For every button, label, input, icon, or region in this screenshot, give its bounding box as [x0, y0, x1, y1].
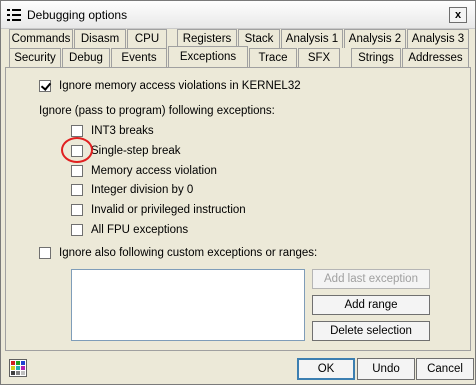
- tab-security[interactable]: Security: [9, 48, 61, 67]
- tab-trace[interactable]: Trace: [249, 48, 297, 67]
- undo-button[interactable]: Undo: [357, 358, 415, 380]
- color-grid-icon[interactable]: [9, 359, 27, 377]
- custom-exceptions-checkbox[interactable]: [39, 247, 51, 259]
- memory-access-label: Memory access violation: [91, 165, 217, 177]
- tab-analysis-3[interactable]: Analysis 3: [407, 29, 469, 48]
- tab-analysis-1[interactable]: Analysis 1: [281, 29, 343, 48]
- delete-selection-button[interactable]: Delete selection: [312, 321, 430, 341]
- invalid-instruction-label: Invalid or privileged instruction: [91, 204, 246, 216]
- custom-exceptions-label: Ignore also following custom exceptions …: [59, 247, 318, 259]
- tab-strings[interactable]: Strings: [351, 48, 401, 67]
- invalid-instruction-checkbox[interactable]: [71, 204, 83, 216]
- exception-item-memory-access[interactable]: Memory access violation: [71, 165, 217, 177]
- close-button[interactable]: x: [449, 7, 467, 23]
- single-step-label: Single-step break: [91, 145, 181, 157]
- memory-access-checkbox[interactable]: [71, 165, 83, 177]
- tab-events[interactable]: Events: [111, 48, 167, 67]
- division-checkbox[interactable]: [71, 184, 83, 196]
- highlight-annotation: [61, 137, 93, 163]
- tab-sfx[interactable]: SFX: [298, 48, 340, 67]
- tab-commands[interactable]: Commands: [9, 29, 73, 48]
- tab-analysis-2[interactable]: Analysis 2: [344, 29, 406, 48]
- ignore-kernel32-row[interactable]: Ignore memory access violations in KERNE…: [39, 80, 301, 92]
- division-label: Integer division by 0: [91, 184, 194, 196]
- custom-exceptions-row[interactable]: Ignore also following custom exceptions …: [39, 247, 317, 259]
- ignore-kernel32-checkbox[interactable]: [39, 80, 51, 92]
- window-title: Debugging options: [27, 8, 128, 22]
- cancel-button[interactable]: Cancel: [416, 358, 474, 380]
- close-icon: x: [454, 8, 462, 21]
- exception-item-fpu[interactable]: All FPU exceptions: [71, 224, 188, 236]
- debugging-options-dialog: Debugging options x Commands Disasm CPU …: [0, 0, 476, 385]
- dialog-footer: OK Undo Cancel: [1, 353, 475, 384]
- add-range-button[interactable]: Add range: [312, 295, 430, 315]
- exception-item-int3[interactable]: INT3 breaks: [71, 125, 154, 137]
- custom-exceptions-list[interactable]: [71, 269, 305, 341]
- exceptions-group-label: Ignore (pass to program) following excep…: [39, 105, 275, 117]
- fpu-checkbox[interactable]: [71, 224, 83, 236]
- int3-checkbox[interactable]: [71, 125, 83, 137]
- fpu-label: All FPU exceptions: [91, 224, 189, 236]
- add-last-exception-button[interactable]: Add last exception: [312, 269, 430, 289]
- tab-disasm[interactable]: Disasm: [74, 29, 126, 48]
- tab-cpu[interactable]: CPU: [127, 29, 167, 48]
- exception-item-division[interactable]: Integer division by 0: [71, 184, 193, 196]
- tab-strip: Commands Disasm CPU Registers Stack Anal…: [1, 29, 475, 67]
- tab-debug[interactable]: Debug: [62, 48, 110, 67]
- tab-exceptions[interactable]: Exceptions: [168, 46, 248, 67]
- ok-button[interactable]: OK: [297, 358, 355, 380]
- exception-item-invalid-instruction[interactable]: Invalid or privileged instruction: [71, 204, 246, 216]
- ignore-kernel32-label: Ignore memory access violations in KERNE…: [59, 80, 301, 92]
- menu-list-icon[interactable]: [7, 8, 21, 22]
- int3-label: INT3 breaks: [91, 125, 154, 137]
- title-bar[interactable]: Debugging options x: [1, 1, 475, 29]
- tab-addresses[interactable]: Addresses: [402, 48, 469, 67]
